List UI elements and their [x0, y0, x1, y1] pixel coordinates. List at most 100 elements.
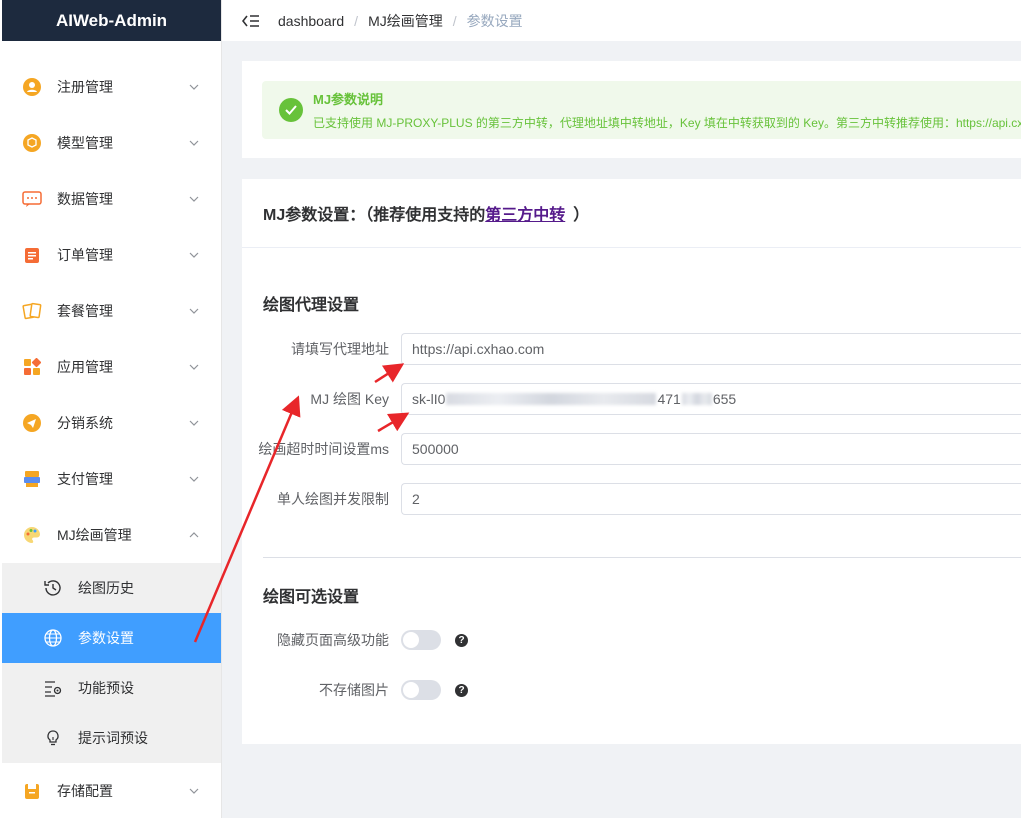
section-title-proxy: 绘图代理设置 [263, 297, 360, 314]
bulb-icon [42, 727, 64, 749]
sidebar-item-label: 模型管理 [57, 135, 113, 151]
sidebar-item-label: 应用管理 [57, 359, 113, 375]
chevron-down-icon [189, 362, 199, 372]
form-row-hide-advanced: 隐藏页面高级功能 ? [242, 624, 468, 656]
concurrency-input[interactable]: 2 [401, 483, 1021, 515]
breadcrumb-dashboard[interactable]: dashboard [278, 13, 344, 29]
clipboard-icon [22, 245, 42, 265]
sidebar-item-label: 注册管理 [57, 79, 113, 95]
chat-icon [22, 189, 42, 209]
hide-advanced-switch[interactable] [401, 630, 441, 650]
app-logo: AIWeb-Admin [2, 0, 221, 41]
cube-icon [22, 133, 42, 153]
palette-icon [22, 525, 42, 545]
chevron-down-icon [189, 138, 199, 148]
sidebar-item-label: 订单管理 [57, 247, 113, 263]
mj-submenu: 绘图历史 参数设置 功能预设 提示词预设 [2, 563, 221, 763]
field-label: 绘画超时时间设置ms [258, 441, 389, 457]
chevron-down-icon [189, 82, 199, 92]
form-row-timeout: 绘画超时时间设置ms 500000 [242, 433, 1021, 465]
sidebar-item-data[interactable]: 数据管理 [0, 171, 221, 227]
sidebar-item-packages[interactable]: 套餐管理 [0, 283, 221, 339]
sidebar-item-storage[interactable]: 存储配置 [0, 763, 221, 818]
breadcrumb-separator: / [452, 12, 457, 29]
chevron-down-icon [189, 306, 199, 316]
breadcrumb-mj[interactable]: MJ绘画管理 [368, 11, 443, 31]
input-value-mid: 471 [657, 391, 681, 407]
field-label: 请填写代理地址 [291, 341, 389, 357]
mj-key-input[interactable]: sk-lI0 471 655 [401, 383, 1021, 415]
chevron-down-icon [189, 194, 199, 204]
sidebar-item-models[interactable]: 模型管理 [0, 115, 221, 171]
sidebar-item-label: 分销系统 [57, 415, 113, 431]
info-alert: MJ参数说明 已支持使用 MJ-PROXY-PLUS 的第三方中转，代理地址填中… [262, 81, 1021, 139]
submenu-item-params[interactable]: 参数设置 [2, 613, 221, 663]
input-value-suffix: 655 [712, 391, 737, 407]
submenu-item-label: 参数设置 [78, 630, 134, 646]
sidebar-item-label: 存储配置 [57, 783, 113, 799]
info-card: MJ参数说明 已支持使用 MJ-PROXY-PLUS 的第三方中转，代理地址填中… [242, 61, 1021, 158]
field-label: 不存储图片 [319, 682, 389, 698]
field-label: 单人绘图并发限制 [277, 491, 389, 507]
section-divider [263, 557, 1021, 558]
section-title-optional: 绘图可选设置 [263, 589, 360, 606]
globe-icon [42, 627, 64, 649]
apps-icon [22, 357, 42, 377]
proxy-url-input[interactable]: https://api.cxhao.com [401, 333, 1021, 365]
form-row-mj-key: MJ 绘图 Key sk-lI0 471 655 [242, 383, 1021, 415]
help-icon[interactable]: ? [455, 683, 468, 697]
check-circle-icon [279, 98, 303, 122]
submenu-item-label: 提示词预设 [78, 730, 148, 746]
alert-title: MJ参数说明 [313, 92, 384, 107]
sidebar-item-label: MJ绘画管理 [57, 527, 132, 543]
form-row-proxy-url: 请填写代理地址 https://api.cxhao.com [242, 333, 1021, 365]
breadcrumb-current: 参数设置 [466, 12, 523, 29]
field-label: 隐藏页面高级功能 [277, 632, 389, 648]
sidebar-item-label: 数据管理 [57, 191, 113, 207]
user-circle-icon [22, 77, 42, 97]
input-value: 2 [412, 491, 420, 507]
timeout-input[interactable]: 500000 [401, 433, 1021, 465]
breadcrumb-separator: / [354, 12, 359, 29]
alert-description: 已支持使用 MJ-PROXY-PLUS 的第三方中转，代理地址填中转地址，Key… [313, 116, 1021, 130]
pos-icon [22, 469, 42, 489]
send-icon [22, 413, 42, 433]
redacted-blur [681, 393, 712, 405]
top-header: dashboard / MJ绘画管理 / 参数设置 [222, 0, 1021, 41]
submenu-item-history[interactable]: 绘图历史 [2, 563, 221, 613]
submenu-item-label: 绘图历史 [78, 580, 134, 596]
sidebar-item-payments[interactable]: 支付管理 [0, 451, 221, 507]
no-store-images-switch[interactable] [401, 680, 441, 700]
submenu-item-presets[interactable]: 功能预设 [2, 663, 221, 713]
sidebar-item-label: 套餐管理 [57, 303, 113, 319]
sidebar-item-distribution[interactable]: 分销系统 [0, 395, 221, 451]
cards-icon [22, 301, 42, 321]
chevron-down-icon [189, 474, 199, 484]
input-value-prefix: sk-lI0 [412, 391, 446, 407]
chevron-down-icon [189, 418, 199, 428]
history-icon [42, 577, 64, 599]
submenu-item-prompts[interactable]: 提示词预设 [2, 713, 221, 763]
sidebar-item-register[interactable]: 注册管理 [0, 59, 221, 115]
collapse-sidebar-icon[interactable] [240, 10, 262, 32]
settings-card: MJ参数设置：（推荐使用支持的 第三方中转 ） 绘图代理设置 请填写代理地址 htt… [242, 179, 1021, 744]
sidebar: AIWeb-Admin 注册管理 模型管理 数据管理 订单管理 套餐管理 应用管… [0, 0, 222, 818]
alert-content: MJ参数说明 已支持使用 MJ-PROXY-PLUS 的第三方中转，代理地址填中… [313, 89, 1021, 131]
help-icon[interactable]: ? [455, 633, 468, 647]
card-title-prefix: MJ参数设置：（推荐使用支持的 [263, 207, 486, 224]
sidebar-item-label: 支付管理 [57, 471, 113, 487]
sidebar-item-apps[interactable]: 应用管理 [0, 339, 221, 395]
card-title-suffix: ） [573, 207, 590, 224]
preset-icon [42, 677, 64, 699]
sidebar-item-orders[interactable]: 订单管理 [0, 227, 221, 283]
third-party-relay-link[interactable]: 第三方中转 [485, 201, 565, 225]
sidebar-menu: 注册管理 模型管理 数据管理 订单管理 套餐管理 应用管理 分销系统 支付管理 … [0, 41, 221, 818]
form-row-concurrency: 单人绘图并发限制 2 [242, 483, 1021, 515]
sidebar-item-mj[interactable]: MJ绘画管理 [0, 507, 221, 563]
storage-icon [22, 781, 42, 801]
form-row-no-store-images: 不存储图片 ? [242, 674, 468, 706]
redacted-blur [446, 393, 657, 405]
breadcrumb: dashboard / MJ绘画管理 / 参数设置 [278, 11, 523, 31]
chevron-up-icon [189, 530, 199, 540]
input-value: 500000 [412, 441, 459, 457]
